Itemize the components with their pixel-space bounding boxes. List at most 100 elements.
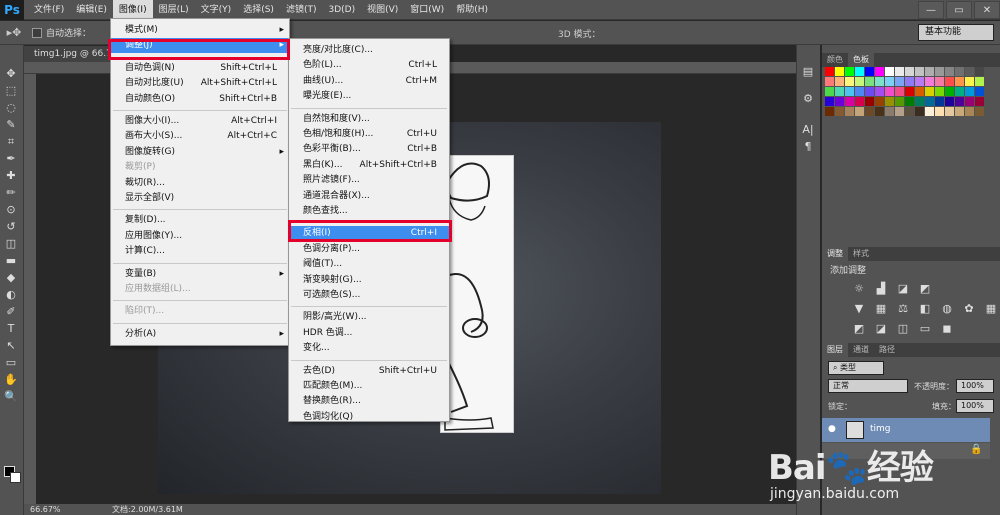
- swatch[interactable]: [895, 67, 904, 76]
- type-icon[interactable]: T: [0, 320, 22, 337]
- swatch[interactable]: [945, 67, 954, 76]
- hue-saturation-icon[interactable]: ▦: [874, 301, 888, 315]
- swatch[interactable]: [855, 77, 864, 86]
- swatch[interactable]: [945, 97, 954, 106]
- menu-item[interactable]: 计算(C)...: [111, 244, 289, 259]
- document-tab[interactable]: timg1.jpg @ 66.7: [24, 46, 112, 62]
- brightness-icon[interactable]: ☼: [852, 281, 866, 295]
- swatch[interactable]: [925, 87, 934, 96]
- curves-icon[interactable]: ◪: [896, 281, 910, 295]
- swatch[interactable]: [905, 77, 914, 86]
- black-white-icon[interactable]: ◧: [918, 301, 932, 315]
- swatch[interactable]: [925, 107, 934, 116]
- minimize-button[interactable]: —: [918, 1, 944, 19]
- menu-item[interactable]: 变量(B) ▸: [111, 267, 289, 282]
- menubar-item-5[interactable]: 选择(S): [237, 0, 280, 20]
- swatch[interactable]: [955, 87, 964, 96]
- menubar-item-3[interactable]: 图层(L): [153, 0, 195, 20]
- swatch[interactable]: [975, 97, 984, 106]
- swatch[interactable]: [955, 97, 964, 106]
- hand-icon[interactable]: ✋: [0, 371, 22, 388]
- menu-item[interactable]: 模式(M) ▸: [111, 23, 289, 38]
- posterize-icon[interactable]: ◪: [874, 321, 888, 335]
- swatch[interactable]: [875, 97, 884, 106]
- swatch[interactable]: [955, 67, 964, 76]
- zoom-icon[interactable]: 🔍: [0, 388, 22, 405]
- swatch[interactable]: [935, 87, 944, 96]
- menu-item[interactable]: 自动颜色(O) Shift+Ctrl+B: [111, 92, 289, 107]
- swatch[interactable]: [845, 107, 854, 116]
- menu-item[interactable]: 变化...: [289, 341, 449, 356]
- menu-item[interactable]: 显示全部(V): [111, 191, 289, 206]
- menu-item[interactable]: 复制(D)...: [111, 213, 289, 228]
- swatch[interactable]: [875, 77, 884, 86]
- swatch[interactable]: [855, 67, 864, 76]
- swatch[interactable]: [915, 97, 924, 106]
- gradient-map-icon[interactable]: ▭: [918, 321, 932, 335]
- eyedropper-icon[interactable]: ✒: [0, 150, 22, 167]
- swatch[interactable]: [875, 107, 884, 116]
- menu-item[interactable]: 色彩平衡(B)... Ctrl+B: [289, 142, 449, 157]
- menu-item[interactable]: 渐变映射(G)...: [289, 273, 449, 288]
- layer-filter-select[interactable]: ⌕ 类型: [828, 361, 884, 375]
- lasso-icon[interactable]: ◌: [0, 99, 22, 116]
- menu-item[interactable]: 黑白(K)... Alt+Shift+Ctrl+B: [289, 158, 449, 173]
- swatch[interactable]: [895, 87, 904, 96]
- fill-input[interactable]: 100%: [956, 399, 994, 413]
- swatch[interactable]: [845, 77, 854, 86]
- menu-item[interactable]: 自动色调(N) Shift+Ctrl+L: [111, 61, 289, 76]
- paragraph-icon[interactable]: ¶: [797, 138, 819, 155]
- menu-item[interactable]: 画布大小(S)... Alt+Ctrl+C: [111, 129, 289, 144]
- dodge-icon[interactable]: ◐: [0, 286, 22, 303]
- swatch[interactable]: [905, 107, 914, 116]
- menu-item[interactable]: 色阶(L)... Ctrl+L: [289, 58, 449, 73]
- healing-icon[interactable]: ✚: [0, 167, 22, 184]
- swatch[interactable]: [835, 67, 844, 76]
- swatch[interactable]: [865, 97, 874, 106]
- eraser-icon[interactable]: ◫: [0, 235, 22, 252]
- swatch[interactable]: [915, 87, 924, 96]
- swatch[interactable]: [895, 107, 904, 116]
- menu-item[interactable]: 应用图像(Y)...: [111, 229, 289, 244]
- swatch[interactable]: [835, 87, 844, 96]
- swatch[interactable]: [925, 67, 934, 76]
- swatch[interactable]: [895, 97, 904, 106]
- menu-item[interactable]: 可选颜色(S)...: [289, 288, 449, 303]
- menubar-item-6[interactable]: 滤镜(T): [280, 0, 323, 20]
- layer-name[interactable]: timg: [870, 424, 891, 434]
- gradient-icon[interactable]: ▬: [0, 252, 22, 269]
- channel-mixer-icon[interactable]: ✿: [962, 301, 976, 315]
- swatch[interactable]: [835, 77, 844, 86]
- color-balance-icon[interactable]: ⚖: [896, 301, 910, 315]
- zoom-level[interactable]: 66.67%: [30, 504, 61, 515]
- menu-item[interactable]: 自动对比度(U) Alt+Shift+Ctrl+L: [111, 76, 289, 91]
- swatch[interactable]: [875, 67, 884, 76]
- swatch[interactable]: [945, 77, 954, 86]
- swatch[interactable]: [825, 77, 834, 86]
- swatch[interactable]: [945, 87, 954, 96]
- swatch[interactable]: [835, 107, 844, 116]
- menu-item[interactable]: 通道混合器(X)...: [289, 189, 449, 204]
- properties-icon[interactable]: ⚙: [797, 90, 819, 107]
- tab-styles[interactable]: 样式: [848, 247, 874, 261]
- quick-select-icon[interactable]: ✎: [0, 116, 22, 133]
- maximize-button[interactable]: ▭: [946, 1, 972, 19]
- threshold-icon[interactable]: ◫: [896, 321, 910, 335]
- photo-filter-icon[interactable]: ◍: [940, 301, 954, 315]
- tab-layers[interactable]: 图层: [822, 343, 848, 357]
- menu-item[interactable]: 替换颜色(R)...: [289, 394, 449, 409]
- menu-item[interactable]: 颜色查找...: [289, 204, 449, 219]
- swatch[interactable]: [885, 67, 894, 76]
- menu-item[interactable]: 照片滤镜(F)...: [289, 173, 449, 188]
- swatch[interactable]: [925, 77, 934, 86]
- brush-icon[interactable]: ✏: [0, 184, 22, 201]
- swatch[interactable]: [965, 87, 974, 96]
- menu-item[interactable]: 分析(A) ▸: [111, 327, 289, 342]
- pen-icon[interactable]: ✐: [0, 303, 22, 320]
- swatch[interactable]: [825, 97, 834, 106]
- background-color-swatch[interactable]: [10, 472, 21, 483]
- swatch[interactable]: [875, 87, 884, 96]
- swatch[interactable]: [855, 107, 864, 116]
- tab-adjustments[interactable]: 调整: [822, 247, 848, 261]
- swatch[interactable]: [925, 97, 934, 106]
